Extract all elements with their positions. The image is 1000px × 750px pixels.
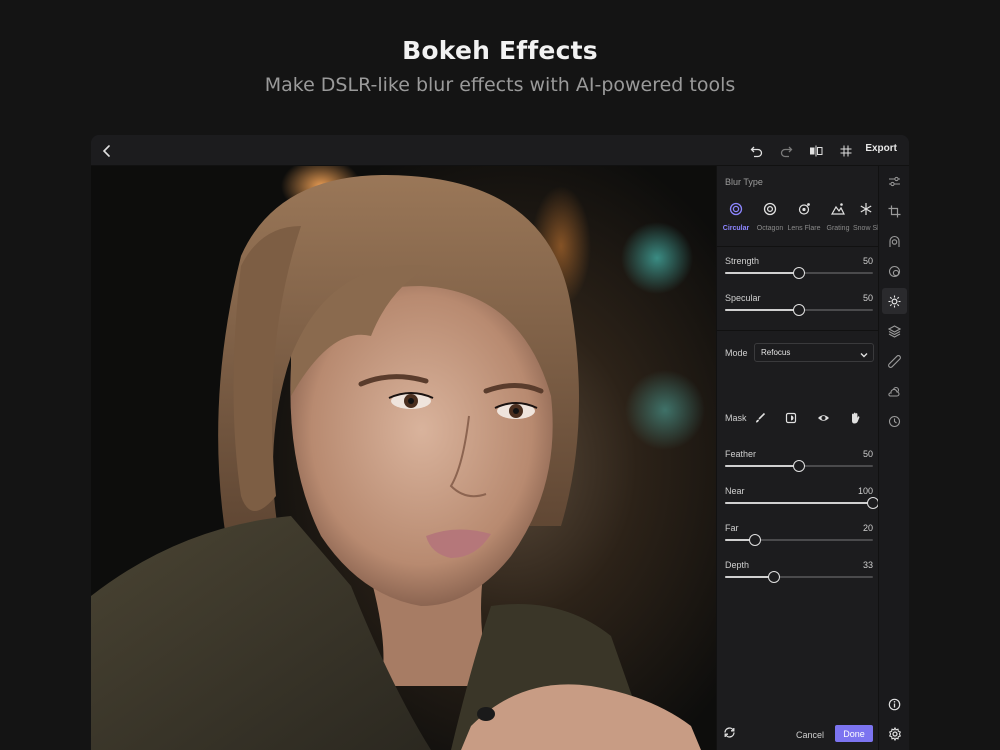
eye-icon[interactable] (814, 409, 832, 426)
strength-knob[interactable] (793, 267, 805, 279)
cancel-button[interactable]: Cancel (796, 730, 824, 740)
photo-canvas[interactable] (91, 166, 716, 750)
near-value: 100 (857, 486, 873, 496)
blur-type-snow[interactable]: Snow Sh (853, 202, 879, 232)
crop-icon[interactable] (882, 198, 907, 224)
bokeh-panel: Blur Type Circular Octagon Lens Flare Gr… (716, 166, 879, 750)
blur-type-lens-flare[interactable]: Lens Flare (787, 202, 821, 232)
feather-label: Feather (725, 449, 757, 459)
export-button[interactable]: Export (865, 143, 897, 154)
settings-icon[interactable] (882, 721, 907, 747)
blur-type-grating[interactable]: Grating (821, 202, 855, 232)
specular-knob[interactable] (793, 304, 805, 316)
blur-type-label-circular: Circular (722, 225, 750, 232)
grid-icon[interactable] (836, 141, 856, 161)
blur-type-label-snow: Snow Sh (853, 225, 879, 232)
specular-label: Specular (725, 293, 761, 303)
weather-icon[interactable] (882, 378, 907, 404)
far-track[interactable] (725, 534, 873, 546)
near-label: Near (725, 486, 745, 496)
page-subtitle: Make DSLR-like blur effects with AI-powe… (264, 74, 736, 96)
blur-type-octagon[interactable]: Octagon (753, 202, 787, 232)
grating-icon (830, 203, 845, 215)
octagon-icon (763, 202, 777, 216)
blur-type-label: Blur Type (725, 177, 763, 187)
mask-label: Mask (725, 413, 747, 423)
blur-type-circular[interactable]: Circular (719, 202, 753, 232)
portrait-icon[interactable] (882, 228, 907, 254)
lens-flare-icon (798, 203, 810, 215)
hand-icon[interactable] (846, 409, 864, 426)
blur-type-label-octagon: Octagon (756, 225, 784, 232)
blur-type-label-grating: Grating (826, 225, 850, 232)
specular-value: 50 (862, 293, 873, 303)
reset-icon[interactable] (723, 726, 736, 744)
mask-invert-icon[interactable] (782, 409, 800, 426)
editor-window: Export Blur Type Circular Octagon Lens F… (91, 135, 909, 750)
strength-label: Strength (725, 256, 760, 266)
panel-divider (717, 330, 879, 331)
depth-label: Depth (725, 560, 750, 570)
specular-track[interactable] (725, 304, 873, 316)
mode-selected-value: Refocus (761, 348, 791, 357)
compare-icon[interactable] (806, 141, 826, 161)
mode-label: Mode (725, 348, 748, 358)
depth-knob[interactable] (767, 571, 780, 583)
panel-divider (717, 246, 879, 247)
blur-type-label-lens-flare: Lens Flare (787, 225, 821, 232)
panel-footer: Cancel Done (717, 716, 879, 750)
circle-icon (729, 202, 743, 216)
depth-value: 33 (862, 560, 873, 570)
chevron-down-icon (859, 347, 869, 365)
top-toolbar: Export (91, 135, 909, 166)
info-icon[interactable] (882, 691, 907, 717)
snowflake-icon (860, 203, 872, 215)
redo-icon[interactable] (776, 141, 796, 161)
done-button[interactable]: Done (835, 725, 873, 742)
page-title: Bokeh Effects (402, 36, 598, 65)
portrait-photo (91, 175, 701, 750)
strength-value: 50 (862, 256, 873, 266)
feather-value: 50 (862, 449, 873, 459)
heal-icon[interactable] (882, 348, 907, 374)
feather-knob[interactable] (793, 460, 805, 472)
tool-rail (878, 166, 909, 750)
mode-dropdown[interactable]: Refocus (754, 343, 874, 362)
depth-track[interactable] (725, 571, 873, 583)
strength-track[interactable] (725, 267, 873, 279)
far-label: Far (725, 523, 739, 533)
bokeh-icon[interactable] (882, 288, 907, 314)
retouch-icon[interactable] (882, 258, 907, 284)
near-track[interactable] (725, 497, 879, 509)
history-icon[interactable] (882, 408, 907, 434)
back-icon[interactable] (97, 141, 117, 161)
far-knob[interactable] (748, 534, 761, 546)
far-value: 20 (862, 523, 873, 533)
adjust-icon[interactable] (882, 168, 907, 194)
layers-icon[interactable] (882, 318, 907, 344)
brush-icon[interactable] (751, 409, 769, 426)
feather-track[interactable] (725, 460, 873, 472)
undo-icon[interactable] (746, 141, 766, 161)
